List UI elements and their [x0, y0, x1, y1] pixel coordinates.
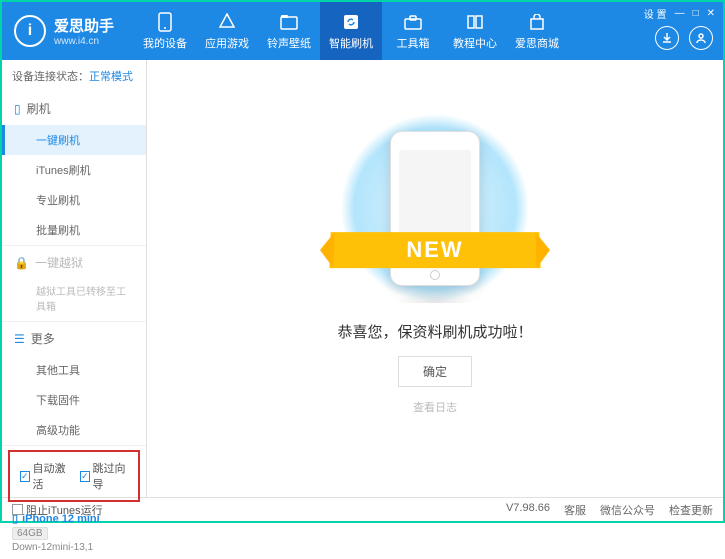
new-ribbon: NEW [329, 232, 540, 268]
folder-icon [279, 12, 299, 32]
version-label: V7.98.66 [506, 502, 550, 518]
phone-icon [155, 12, 175, 32]
sidebar: 设备连接状态：正常模式 ▯刷机 一键刷机 iTunes刷机 专业刷机 批量刷机 … [2, 60, 147, 497]
brand-url: www.i4.cn [54, 36, 114, 47]
logo-area: i 爱思助手 www.i4.cn [14, 15, 114, 47]
settings-link[interactable]: 设 置 [644, 6, 667, 21]
nav-apps-games[interactable]: 应用游戏 [196, 2, 258, 60]
ok-button[interactable]: 确定 [398, 356, 472, 387]
checkbox-row: ✓自动激活 ✓跳过向导 [8, 450, 140, 502]
check-update-link[interactable]: 检查更新 [669, 502, 713, 518]
logo-icon: i [14, 15, 46, 47]
phone-icon [390, 131, 480, 286]
shop-icon [527, 12, 547, 32]
check-icon: ✓ [20, 471, 30, 482]
brand-name: 爱思助手 [54, 15, 114, 36]
maximize-icon[interactable]: □ [693, 8, 699, 19]
nav-tutorials[interactable]: 教程中心 [444, 2, 506, 60]
user-button[interactable] [689, 26, 713, 50]
phone-icon: ▯ [14, 102, 21, 116]
checkbox-skip-wizard[interactable]: ✓跳过向导 [80, 460, 128, 492]
checkbox-icon [12, 504, 23, 515]
success-illustration: NEW [350, 123, 520, 303]
sidebar-header-more[interactable]: ☰更多 [2, 322, 146, 355]
sidebar-item-other-tools[interactable]: 其他工具 [2, 355, 146, 385]
window-controls: 设 置 — □ ✕ [644, 6, 715, 21]
nav-toolbox[interactable]: 工具箱 [382, 2, 444, 60]
sidebar-item-download-firmware[interactable]: 下载固件 [2, 385, 146, 415]
book-icon [465, 12, 485, 32]
header: i 爱思助手 www.i4.cn 我的设备 应用游戏 铃声壁纸 智能刷机 工具箱… [2, 2, 723, 60]
storage-badge: 64GB [12, 527, 48, 540]
sidebar-item-oneclick-flash[interactable]: 一键刷机 [2, 125, 146, 155]
support-link[interactable]: 客服 [564, 502, 586, 518]
sidebar-item-pro-flash[interactable]: 专业刷机 [2, 185, 146, 215]
checkbox-block-itunes[interactable]: 阻止iTunes运行 [12, 502, 103, 518]
download-button[interactable] [655, 26, 679, 50]
check-icon: ✓ [80, 471, 90, 482]
sidebar-item-advanced[interactable]: 高级功能 [2, 415, 146, 445]
refresh-icon [341, 12, 361, 32]
more-icon: ☰ [14, 332, 25, 346]
nav-smart-flash[interactable]: 智能刷机 [320, 2, 382, 60]
top-nav: 我的设备 应用游戏 铃声壁纸 智能刷机 工具箱 教程中心 爱思商城 [134, 2, 568, 60]
jailbreak-note: 越狱工具已转移至工具箱 [2, 279, 146, 321]
view-log-link[interactable]: 查看日志 [413, 399, 457, 415]
toolbox-icon [403, 12, 423, 32]
success-message: 恭喜您，保资料刷机成功啦！ [337, 321, 532, 342]
minimize-icon[interactable]: — [675, 8, 685, 19]
nav-my-device[interactable]: 我的设备 [134, 2, 196, 60]
sidebar-header-jailbreak: 🔒一键越狱 [2, 246, 146, 279]
apps-icon [217, 12, 237, 32]
checkbox-auto-activate[interactable]: ✓自动激活 [20, 460, 68, 492]
nav-ringtones[interactable]: 铃声壁纸 [258, 2, 320, 60]
nav-store[interactable]: 爱思商城 [506, 2, 568, 60]
main-content: NEW 恭喜您，保资料刷机成功啦！ 确定 查看日志 [147, 60, 723, 497]
device-model: Down-12mini-13,1 [12, 542, 136, 553]
sidebar-item-batch-flash[interactable]: 批量刷机 [2, 215, 146, 245]
wechat-link[interactable]: 微信公众号 [600, 502, 655, 518]
lock-icon: 🔒 [14, 256, 29, 270]
connection-status: 设备连接状态：正常模式 [2, 60, 146, 92]
sidebar-header-flash[interactable]: ▯刷机 [2, 92, 146, 125]
sidebar-item-itunes-flash[interactable]: iTunes刷机 [2, 155, 146, 185]
close-icon[interactable]: ✕ [707, 8, 715, 19]
